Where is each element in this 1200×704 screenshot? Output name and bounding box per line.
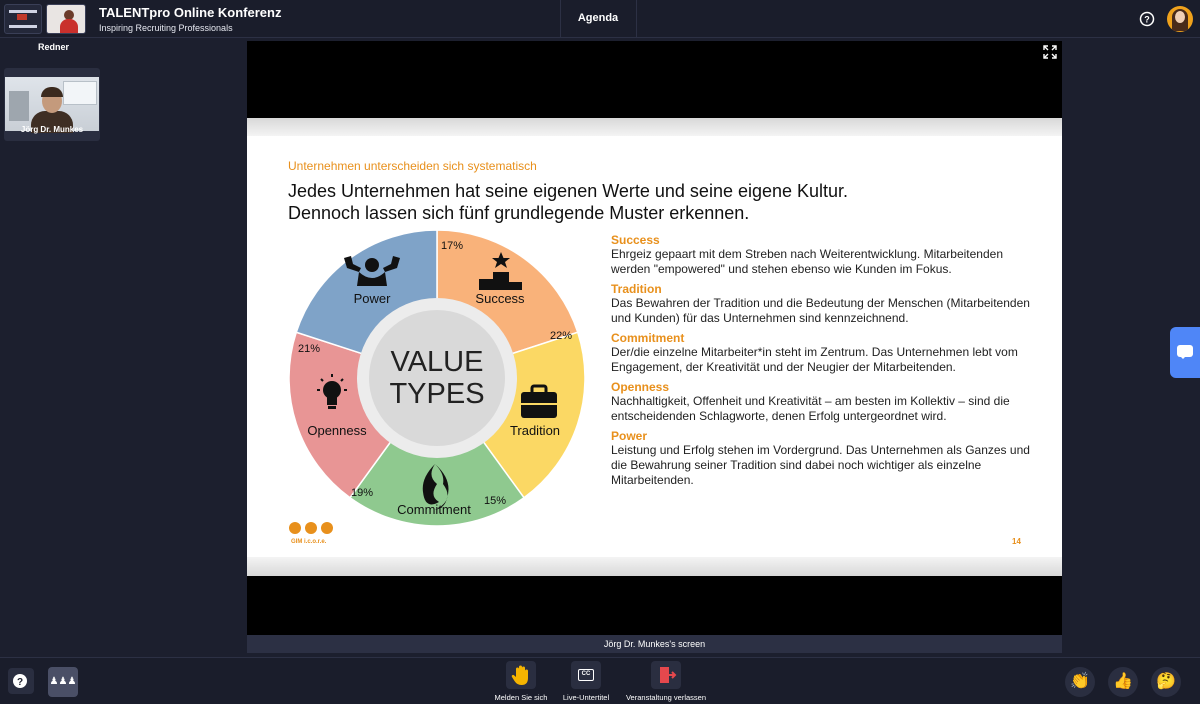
help-icon[interactable]: ? (1139, 11, 1155, 27)
speaker-tile[interactable]: Jörg Dr. Munkes (4, 68, 100, 141)
description-power: Power Leistung und Erfolg stehen im Vord… (611, 429, 1030, 487)
svg-text:GIM i.c.o.r.e.: GIM i.c.o.r.e. (291, 539, 327, 545)
bottom-toolbar: ? ♟♟♟ Melden Sie sich CC Live-Untertitel… (0, 657, 1200, 704)
leave-event-label: Veranstaltung verlassen (625, 693, 707, 702)
thinking-reaction-button[interactable]: 🤔 (1151, 667, 1181, 697)
wheel-label-commitment: Commitment (397, 502, 471, 517)
value-type-descriptions: Success Ehrgeiz gepaart mit dem Streben … (611, 233, 1031, 493)
captions-icon: CC (578, 669, 594, 681)
chat-icon (1177, 345, 1193, 359)
wheel-label-power: Power (354, 291, 392, 306)
speaker-name: Jörg Dr. Munkes (20, 125, 84, 134)
fullscreen-icon[interactable] (1043, 45, 1057, 59)
raise-hand-icon (511, 665, 528, 685)
description-openness: Openness Nachhaltigkeit, Offenheit und K… (611, 380, 1010, 423)
presentation-slide: Unternehmen unterscheiden sich systemati… (247, 118, 1062, 576)
top-bar: TALENTpro Online Konferenz Inspiring Rec… (0, 0, 1200, 38)
description-success: Success Ehrgeiz gepaart mit dem Streben … (611, 233, 1003, 276)
wheel-percent-commitment: 15% (484, 495, 506, 507)
event-subtitle: Inspiring Recruiting Professionals (99, 23, 233, 33)
slide-title-line-1: Jedes Unternehmen hat seine eigenen Wert… (288, 181, 849, 201)
wheel-center-line-1: VALUE (391, 346, 484, 378)
wheel-center-line-2: TYPES (389, 378, 484, 410)
participants-button[interactable]: ♟♟♟ (48, 667, 78, 697)
wheel-percent-power: 21% (298, 343, 320, 355)
raise-hand-button[interactable] (506, 661, 536, 689)
event-logo (46, 4, 86, 34)
tab-agenda[interactable]: Agenda (560, 12, 636, 24)
screen-share: Unternehmen unterscheiden sich systemati… (247, 41, 1062, 635)
description-tradition: Tradition Das Bewahren der Tradition und… (611, 282, 1030, 325)
speaker-video (5, 77, 99, 133)
live-captions-label: Live-Untertitel (562, 693, 610, 702)
raise-hand-label: Melden Sie sich (494, 693, 548, 702)
slide-kicker: Unternehmen unterscheiden sich systemati… (288, 159, 537, 173)
svg-text:?: ? (17, 677, 23, 688)
wheel-percent-success: 17% (441, 240, 463, 252)
thumbs-up-reaction-button[interactable]: 👍 (1108, 667, 1138, 697)
description-commitment: Commitment Der/die einzelne Mitarbeiter*… (611, 331, 1018, 374)
value-types-wheel: VALUE TYPES Power Success Tradition Comm… (288, 229, 586, 527)
svg-text:?: ? (1144, 15, 1150, 25)
exit-door-icon (660, 667, 677, 683)
gim-logo: GIM i.c.o.r.e. (289, 522, 333, 545)
chat-toggle-button[interactable] (1170, 327, 1200, 378)
event-title: TALENTpro Online Konferenz (99, 5, 282, 20)
screen-share-caption: Jörg Dr. Munkes's screen (247, 635, 1062, 653)
wheel-label-openness: Openness (307, 423, 367, 438)
divider (636, 0, 637, 38)
leave-event-button[interactable] (651, 661, 681, 689)
institute-logo (4, 4, 42, 34)
slide-page-number: 14 (1012, 537, 1021, 546)
clap-reaction-button[interactable]: 👏 (1065, 667, 1095, 697)
speakers-section-label: Redner (38, 42, 70, 52)
slide-title: Jedes Unternehmen hat seine eigenen Wert… (288, 180, 848, 224)
wheel-label-tradition: Tradition (510, 423, 560, 438)
wheel-label-success: Success (475, 291, 525, 306)
user-avatar[interactable] (1167, 6, 1193, 32)
wheel-percent-tradition: 22% (550, 330, 572, 342)
slide-title-line-2: Dennoch lassen sich fünf grundlegende Mu… (288, 203, 750, 223)
wheel-percent-openness: 19% (351, 487, 373, 499)
live-captions-button[interactable]: CC (571, 661, 601, 689)
help-button[interactable]: ? (8, 668, 34, 694)
